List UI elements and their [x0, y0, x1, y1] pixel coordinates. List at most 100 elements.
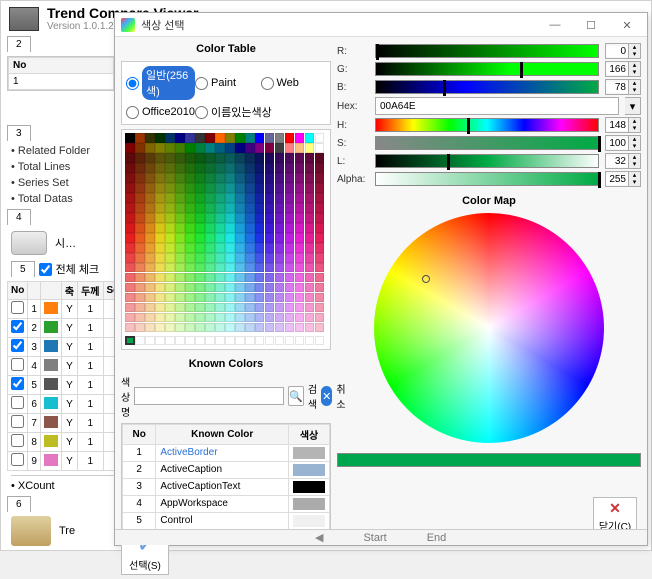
- palette-cell[interactable]: [175, 233, 184, 242]
- radio-web[interactable]: Web: [261, 66, 327, 100]
- palette-cell[interactable]: [125, 133, 134, 142]
- palette-cell[interactable]: [245, 153, 254, 162]
- palette-cell[interactable]: [165, 336, 174, 345]
- palette-cell[interactable]: [155, 203, 164, 212]
- palette-cell[interactable]: [155, 153, 164, 162]
- series-color-swatch[interactable]: [44, 378, 58, 390]
- palette-cell[interactable]: [195, 173, 204, 182]
- palette-cell[interactable]: [145, 313, 154, 322]
- palette-cell[interactable]: [185, 203, 194, 212]
- palette-cell[interactable]: [165, 203, 174, 212]
- palette-cell[interactable]: [235, 336, 244, 345]
- series-color-swatch[interactable]: [44, 397, 58, 409]
- palette-cell[interactable]: [245, 243, 254, 252]
- palette-cell[interactable]: [225, 283, 234, 292]
- palette-cell[interactable]: [265, 253, 274, 262]
- palette-cell[interactable]: [255, 153, 264, 162]
- palette-cell[interactable]: [305, 293, 314, 302]
- palette-cell[interactable]: [195, 143, 204, 152]
- palette-cell[interactable]: [165, 233, 174, 242]
- palette-cell[interactable]: [235, 273, 244, 282]
- palette-cell[interactable]: [255, 233, 264, 242]
- palette-cell[interactable]: [125, 193, 134, 202]
- palette-cell[interactable]: [195, 336, 204, 345]
- radio-normal[interactable]: 일반(256색): [126, 66, 195, 100]
- list-item[interactable]: 5Control: [123, 512, 330, 529]
- palette-cell[interactable]: [165, 293, 174, 302]
- palette-cell[interactable]: [305, 183, 314, 192]
- palette-cell[interactable]: [165, 313, 174, 322]
- palette-cell[interactable]: [235, 263, 244, 272]
- palette-cell[interactable]: [145, 253, 154, 262]
- search-input[interactable]: [134, 387, 284, 405]
- palette-cell[interactable]: [175, 183, 184, 192]
- table-row[interactable]: 2 Y1: [8, 319, 123, 338]
- palette-cell[interactable]: [225, 223, 234, 232]
- list-item[interactable]: 2ActiveCaption: [123, 461, 330, 478]
- palette-cell[interactable]: [145, 303, 154, 312]
- palette-cell[interactable]: [215, 193, 224, 202]
- palette-cell[interactable]: [245, 183, 254, 192]
- palette-cell[interactable]: [175, 173, 184, 182]
- palette-cell[interactable]: [155, 303, 164, 312]
- palette-cell[interactable]: [295, 183, 304, 192]
- s-slider[interactable]: [375, 136, 599, 150]
- palette-cell[interactable]: [315, 203, 324, 212]
- minimize-button[interactable]: —: [537, 15, 573, 35]
- palette-cell[interactable]: [205, 193, 214, 202]
- palette-cell[interactable]: [295, 163, 304, 172]
- palette-cell[interactable]: [245, 223, 254, 232]
- palette-cell[interactable]: [225, 193, 234, 202]
- palette-cell[interactable]: [285, 163, 294, 172]
- radio-named[interactable]: 이름있는색상: [195, 104, 326, 120]
- palette-cell[interactable]: [295, 223, 304, 232]
- palette-cell[interactable]: [225, 173, 234, 182]
- palette-cell[interactable]: [215, 293, 224, 302]
- palette-cell[interactable]: [215, 203, 224, 212]
- palette-cell[interactable]: [135, 303, 144, 312]
- alpha-slider[interactable]: [375, 172, 599, 186]
- palette-cell[interactable]: [225, 243, 234, 252]
- palette-cell[interactable]: [315, 193, 324, 202]
- palette-cell[interactable]: [265, 323, 274, 332]
- palette-cell[interactable]: [235, 153, 244, 162]
- palette-cell[interactable]: [275, 153, 284, 162]
- table-row[interactable]: 9 Y1: [8, 452, 123, 471]
- palette-cell[interactable]: [255, 323, 264, 332]
- palette-cell[interactable]: [225, 253, 234, 262]
- palette-cell[interactable]: [285, 173, 294, 182]
- series-check[interactable]: [11, 320, 24, 333]
- palette-cell[interactable]: [125, 303, 134, 312]
- palette-cell[interactable]: [155, 243, 164, 252]
- palette-cell[interactable]: [305, 283, 314, 292]
- palette-cell[interactable]: [255, 336, 264, 345]
- palette-cell[interactable]: [135, 213, 144, 222]
- palette-cell[interactable]: [165, 323, 174, 332]
- palette-cell[interactable]: [265, 283, 274, 292]
- palette-cell[interactable]: [125, 203, 134, 212]
- palette-cell[interactable]: [205, 153, 214, 162]
- palette-cell[interactable]: [295, 173, 304, 182]
- palette-cell[interactable]: [175, 193, 184, 202]
- palette-cell[interactable]: [245, 193, 254, 202]
- search-button[interactable]: 🔍: [288, 386, 304, 406]
- palette-cell[interactable]: [145, 293, 154, 302]
- b-spin[interactable]: ▴▾: [605, 79, 641, 95]
- palette-cell[interactable]: [215, 336, 224, 345]
- palette-cell[interactable]: [185, 143, 194, 152]
- palette-cell[interactable]: [295, 143, 304, 152]
- palette-cell[interactable]: [185, 283, 194, 292]
- palette-cell[interactable]: [125, 153, 134, 162]
- palette-cell[interactable]: [185, 313, 194, 322]
- palette-cell[interactable]: [185, 233, 194, 242]
- palette-cell[interactable]: [315, 303, 324, 312]
- palette-cell[interactable]: [155, 173, 164, 182]
- palette-cell[interactable]: [255, 243, 264, 252]
- palette-cell[interactable]: [135, 193, 144, 202]
- palette-cell[interactable]: [235, 183, 244, 192]
- palette-cell[interactable]: [145, 203, 154, 212]
- h-slider[interactable]: [375, 118, 599, 132]
- titlebar[interactable]: 색상 선택 — ☐ ✕: [115, 13, 647, 37]
- palette-cell[interactable]: [285, 253, 294, 262]
- palette-cell[interactable]: [315, 183, 324, 192]
